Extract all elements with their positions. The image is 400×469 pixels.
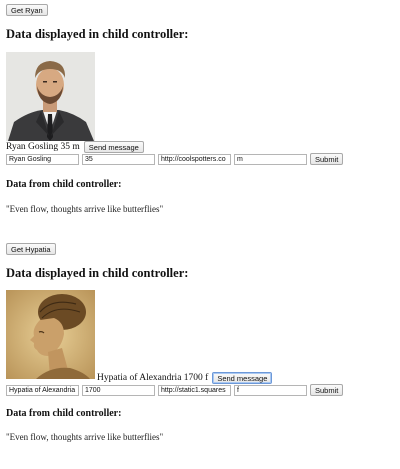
display-line: Ryan Gosling 35 m Send message (6, 141, 144, 153)
send-message-button[interactable]: Send message (212, 372, 273, 384)
gender-input[interactable]: m (234, 153, 307, 165)
gender-input[interactable]: f (234, 384, 307, 396)
age-input[interactable]: 35 (82, 153, 155, 165)
child-heading: Data displayed in child controller: (6, 266, 189, 280)
child-form: Ryan Gosling 35 http://coolspotters.co m… (6, 153, 344, 165)
child-message: "Even flow, thoughts arrive like butterf… (6, 432, 164, 442)
send-message-button[interactable]: Send message (83, 141, 144, 153)
child-form: Hypatia of Alexandria 1700 http://static… (6, 384, 344, 396)
submit-button[interactable]: Submit (310, 384, 344, 396)
get-hypatia-button[interactable]: Get Hypatia (6, 243, 56, 255)
name-input[interactable]: Hypatia of Alexandria (6, 384, 79, 396)
age-input[interactable]: 1700 (82, 384, 155, 396)
hypatia-photo (6, 290, 95, 379)
display-text: Ryan Gosling 35 m (6, 142, 80, 152)
display-line: Hypatia of Alexandria 1700 f Send messag… (97, 372, 273, 384)
name-input[interactable]: Ryan Gosling (6, 153, 79, 165)
submit-button[interactable]: Submit (310, 153, 344, 165)
from-child-heading: Data from child controller: (6, 179, 122, 190)
display-text: Hypatia of Alexandria 1700 f (97, 373, 209, 383)
ryan-photo (6, 52, 95, 141)
url-input[interactable]: http://static1.squares (158, 384, 231, 396)
from-child-heading: Data from child controller: (6, 408, 122, 419)
child-message: "Even flow, thoughts arrive like butterf… (6, 204, 164, 214)
child-heading: Data displayed in child controller: (6, 27, 189, 41)
url-input[interactable]: http://coolspotters.co (158, 153, 231, 165)
ryan-portrait-image (6, 52, 95, 141)
hypatia-portrait-image (6, 290, 95, 379)
get-ryan-button[interactable]: Get Ryan (6, 4, 48, 16)
